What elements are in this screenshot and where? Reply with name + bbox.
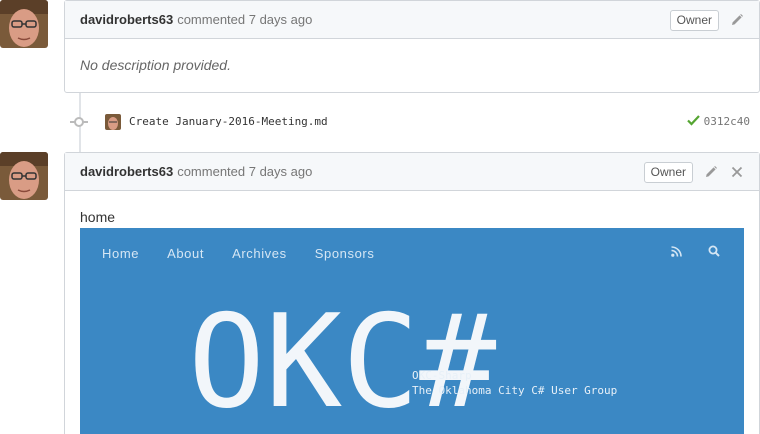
avatar[interactable] bbox=[0, 0, 48, 48]
commit-message[interactable]: Create January-2016-Meeting.md bbox=[129, 115, 328, 128]
site-nav-sponsors: Sponsors bbox=[314, 246, 375, 261]
site-nav-about: About bbox=[167, 246, 205, 261]
pencil-icon[interactable] bbox=[729, 12, 745, 28]
comment-header: davidroberts63 commented 7 days ago Owne… bbox=[65, 1, 759, 39]
site-nav: Home About Archives Sponsors bbox=[102, 246, 402, 261]
comment-body-text: No description provided. bbox=[80, 57, 231, 73]
avatar[interactable] bbox=[0, 152, 48, 200]
comment-timestamp[interactable]: commented 7 days ago bbox=[177, 12, 312, 27]
pencil-icon[interactable] bbox=[703, 164, 719, 180]
okc-sharp-logo: OKC# bbox=[188, 268, 588, 434]
check-icon[interactable] bbox=[686, 114, 700, 129]
comment-author[interactable]: davidroberts63 bbox=[80, 164, 173, 179]
site-tagline: OKC-Sharp The Oklahoma City C# User Grou… bbox=[412, 368, 617, 398]
site-nav-home: Home bbox=[102, 246, 140, 261]
comment-author[interactable]: davidroberts63 bbox=[80, 12, 173, 27]
site-tagline-subtitle: The Oklahoma City C# User Group bbox=[412, 384, 618, 397]
owner-badge: Owner bbox=[669, 9, 719, 31]
comment-header: davidroberts63 commented 7 days ago Owne… bbox=[65, 153, 759, 191]
site-tagline-title: OKC-Sharp bbox=[412, 369, 472, 382]
comment-box: davidroberts63 commented 7 days ago Owne… bbox=[64, 152, 760, 434]
commit-author-avatar[interactable] bbox=[105, 114, 121, 130]
owner-badge: Owner bbox=[643, 161, 693, 183]
close-icon[interactable] bbox=[729, 164, 745, 180]
site-nav-archives: Archives bbox=[232, 246, 287, 261]
embedded-screenshot[interactable]: Home About Archives Sponsors OKC# OKC-Sh… bbox=[80, 228, 744, 434]
logo-text: OKC# bbox=[188, 288, 496, 434]
commit-sha[interactable]: 0312c40 bbox=[704, 115, 750, 128]
commit-row: Create January-2016-Meeting.md 0312c40 bbox=[64, 108, 760, 136]
rss-icon bbox=[671, 245, 682, 260]
search-icon bbox=[708, 245, 720, 260]
comment-body-text: home bbox=[80, 209, 116, 225]
commit-icon bbox=[74, 117, 84, 127]
comment-box: davidroberts63 commented 7 days ago Owne… bbox=[64, 0, 760, 93]
comment-timestamp[interactable]: commented 7 days ago bbox=[177, 164, 312, 179]
